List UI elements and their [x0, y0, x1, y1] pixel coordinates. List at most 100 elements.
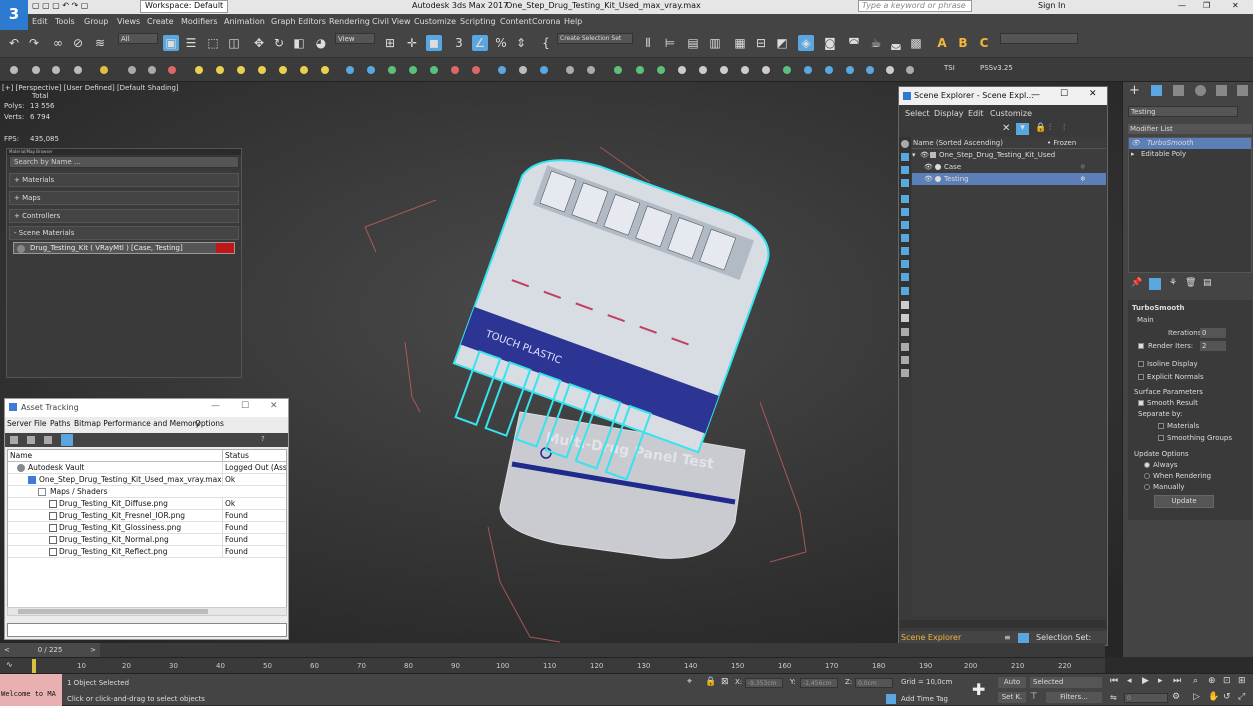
table-row[interactable]: One_Step_Drug_Testing_Kit_Used_max_vray.… — [8, 474, 286, 486]
section-scene-materials[interactable]: - Scene Materials — [9, 226, 239, 240]
edit-named-selection-icon[interactable]: { — [538, 35, 554, 51]
curve-editor-icon[interactable]: ▦ — [732, 35, 748, 51]
menu-animation[interactable]: Animation — [224, 17, 265, 26]
menu-views[interactable]: Views — [117, 17, 140, 26]
zoom-extents-icon[interactable]: ⊡ — [1223, 676, 1231, 686]
hierarchy-icon[interactable]: ⫶ — [1049, 123, 1051, 133]
show-end-result-icon[interactable] — [1149, 278, 1161, 290]
tool-icon[interactable] — [540, 66, 548, 74]
radio-selected[interactable] — [1144, 462, 1150, 468]
tool-icon[interactable] — [804, 66, 812, 74]
minimize-button[interactable]: — — [211, 401, 220, 411]
plugin-dropdown[interactable] — [1000, 33, 1078, 44]
menu-customize[interactable]: Customize — [414, 17, 456, 26]
materials-option[interactable]: Materials — [1128, 420, 1252, 432]
layer-icon[interactable]: ⫶ — [1063, 123, 1065, 133]
time-slider-handle[interactable]: < 0 / 225 > — [0, 643, 100, 657]
freeze-icon[interactable]: ❄ — [1080, 161, 1086, 173]
rectangular-selection-icon[interactable]: ⬚ — [205, 35, 221, 51]
table-row[interactable]: Drug_Testing_Kit_Reflect.png Found — [8, 546, 286, 558]
render-iterative-icon[interactable]: ◛ — [888, 35, 904, 51]
tree-item[interactable]: 👁 Case ❄ — [912, 161, 1106, 173]
tool-icon[interactable] — [279, 66, 287, 74]
display-lights-icon[interactable] — [901, 166, 909, 174]
expand-chevron-icon[interactable]: ▸ — [1131, 149, 1135, 160]
scrollbar-thumb[interactable] — [18, 609, 208, 614]
tool-icon[interactable] — [825, 66, 833, 74]
tool-icon[interactable] — [678, 66, 686, 74]
pivot-center-icon[interactable]: ⊞ — [382, 35, 398, 51]
hierarchy-tab-icon[interactable] — [1173, 85, 1184, 96]
bind-space-warp-icon[interactable]: ≋ — [92, 35, 108, 51]
display-tab-icon[interactable] — [1216, 85, 1227, 96]
tool-icon[interactable] — [846, 66, 854, 74]
section-materials[interactable]: + Materials — [9, 173, 239, 187]
tool-icon[interactable] — [519, 66, 527, 74]
tool-icon[interactable] — [52, 66, 60, 74]
window-crossing-icon[interactable]: ◫ — [226, 35, 242, 51]
tool-icon[interactable] — [409, 66, 417, 74]
tool-icon[interactable] — [614, 66, 622, 74]
angle-snap-icon[interactable]: ∠ — [472, 35, 488, 51]
auto-key-button[interactable]: Auto — [998, 677, 1026, 688]
undo-icon[interactable]: ↶ — [6, 35, 22, 51]
maximize-button[interactable]: ☐ — [1060, 89, 1068, 99]
menu-rendering[interactable]: Rendering — [329, 17, 370, 26]
toolbar-icon[interactable] — [44, 436, 52, 444]
menu-customize[interactable]: Customize — [990, 109, 1032, 118]
rotate-icon[interactable]: ↻ — [271, 35, 287, 51]
select-by-name-icon[interactable]: ☰ — [183, 35, 199, 51]
isolate-selection-icon[interactable]: ⌖ — [687, 677, 692, 687]
close-button[interactable]: ✕ — [1232, 1, 1239, 10]
tool-icon[interactable] — [866, 66, 874, 74]
plugin-a-icon[interactable]: A — [934, 35, 950, 51]
menu-modifiers[interactable]: Modifiers — [181, 17, 218, 26]
rendered-frame-window-icon[interactable]: ◙ — [822, 35, 838, 51]
column-name[interactable]: Name — [10, 450, 32, 462]
tool-icon[interactable] — [237, 66, 245, 74]
table-row[interactable]: Drug_Testing_Kit_Fresnel_IOR.png Found — [8, 510, 286, 522]
menu-file[interactable]: File — [34, 419, 47, 428]
menu-edit[interactable]: Edit — [32, 17, 48, 26]
menu-tools[interactable]: Tools — [55, 17, 75, 26]
x-coordinate-field[interactable]: -9,353cm — [745, 678, 783, 688]
quick-access-toolbar[interactable]: ▢ ▢ ▢ ↶ ↷ ▢ — [32, 1, 88, 10]
add-key-icon[interactable]: ✚ — [972, 680, 985, 699]
maximize-button[interactable]: ❐ — [1203, 1, 1210, 10]
section-controllers[interactable]: + Controllers — [9, 209, 239, 223]
menu-create[interactable]: Create — [147, 17, 174, 26]
absolute-mode-icon[interactable]: ⊠ — [721, 677, 729, 687]
display-bones-icon[interactable] — [901, 247, 909, 255]
vray-frame-buffer-icon[interactable]: ▩ — [908, 35, 924, 51]
spinner-snap-icon[interactable]: ⇕ — [513, 35, 529, 51]
place-icon[interactable]: ◕ — [313, 35, 329, 51]
current-frame-marker[interactable] — [32, 659, 36, 673]
tool-icon[interactable] — [74, 66, 82, 74]
menu-paths[interactable]: Paths — [50, 419, 70, 428]
toolbar-icon[interactable] — [27, 436, 35, 444]
manually-option[interactable]: Manually — [1128, 481, 1252, 493]
render-production-icon[interactable]: ◚ — [846, 35, 862, 51]
render-teapot-icon[interactable]: ☕ — [868, 35, 884, 51]
time-tag-icon[interactable] — [886, 694, 896, 704]
app-logo[interactable]: 3 — [0, 0, 28, 30]
reference-coordinate-dropdown[interactable]: View — [335, 33, 375, 44]
link-icon[interactable]: ∞ — [50, 35, 66, 51]
redo-icon[interactable]: ↷ — [26, 35, 42, 51]
utilities-tab-icon[interactable] — [1237, 85, 1248, 96]
selection-filter-dropdown[interactable]: All — [118, 33, 158, 44]
plugin-c-icon[interactable]: C — [976, 35, 992, 51]
set-key-button[interactable]: Set K. — [998, 692, 1026, 703]
radio[interactable] — [1144, 484, 1150, 490]
material-search-input[interactable]: Search by Name ... — [9, 156, 239, 168]
display-hidden-icon[interactable] — [901, 287, 909, 295]
maximize-viewport-icon[interactable]: ⤢ — [1238, 692, 1245, 702]
menu-options[interactable]: Options — [195, 419, 224, 428]
table-row[interactable]: Autodesk Vault Logged Out (Asset — [8, 462, 286, 474]
select-object-icon[interactable]: ▣ — [163, 35, 179, 51]
update-button[interactable]: Update — [1154, 495, 1214, 508]
menu-help[interactable]: Help — [564, 17, 582, 26]
menu-group[interactable]: Group — [84, 17, 108, 26]
time-slider[interactable]: < 0 / 225 > — [0, 643, 1105, 657]
tree-item[interactable]: ▾ 👁 One_Step_Drug_Testing_Kit_Used — [912, 149, 1106, 161]
